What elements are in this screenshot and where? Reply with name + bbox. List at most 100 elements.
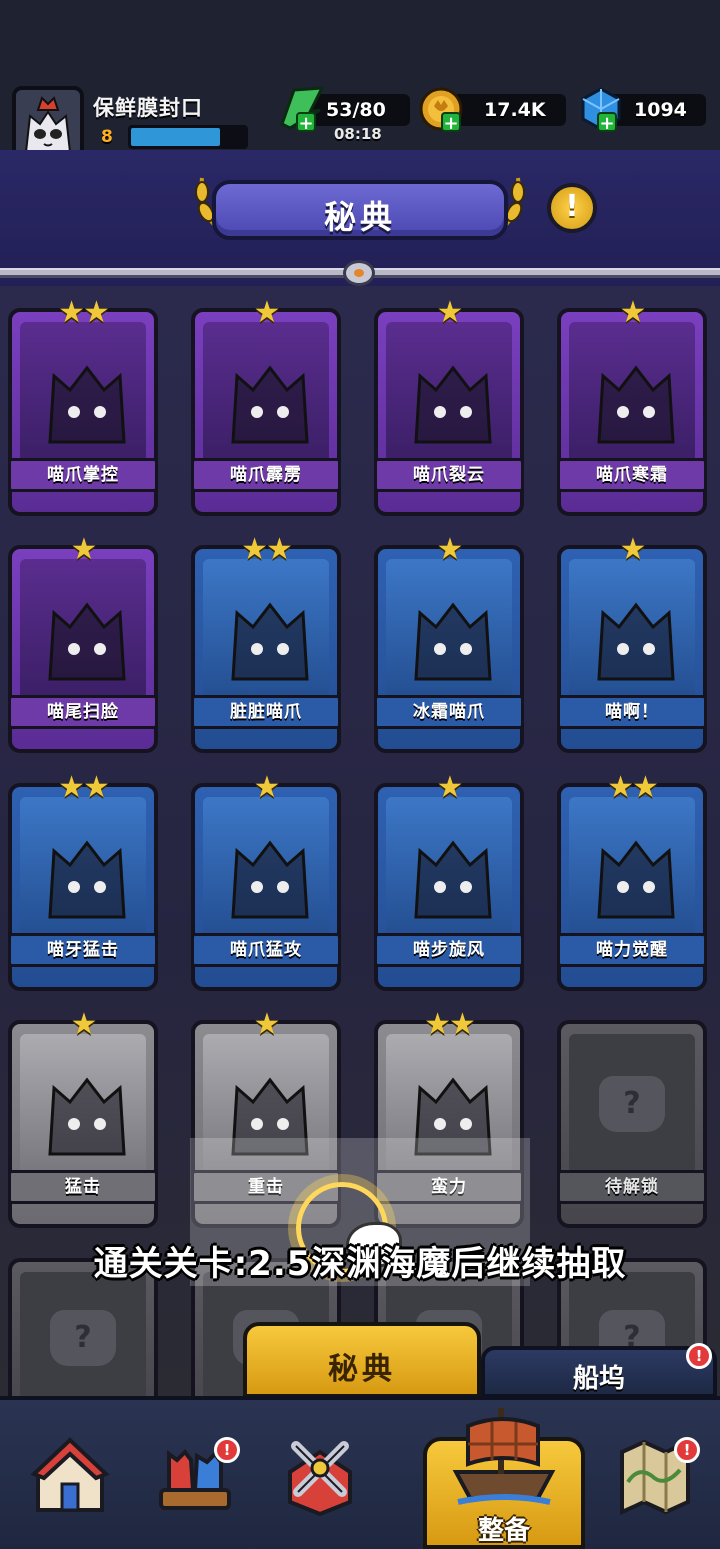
card-art [386, 559, 512, 699]
star-rating: ★★ [241, 532, 293, 567]
player-level: 8 [101, 127, 113, 147]
tab-dock[interactable]: 船坞 [481, 1346, 717, 1398]
cat-art-icon [597, 365, 675, 444]
card-art [386, 322, 512, 462]
skill-card[interactable]: ★ 喵爪霹雳 [191, 298, 341, 516]
skill-card[interactable]: ★★ 脏脏喵爪 [191, 535, 341, 753]
star-rating: ★★ [607, 770, 659, 805]
skill-card[interactable]: ★★ 喵力觉醒 [557, 773, 707, 991]
skill-card[interactable]: ★★ 喵爪掌控 [8, 298, 158, 516]
skill-card[interactable]: ? 待解锁 [557, 1020, 707, 1228]
cat-art-icon [48, 365, 126, 444]
dock-notification-badge: ! [686, 1343, 712, 1369]
map-notification-badge: ! [674, 1437, 700, 1463]
cat-art-icon [414, 602, 492, 681]
coin-value: 17.4K [484, 99, 546, 121]
cat-art-icon [597, 602, 675, 681]
team-notification-badge: ! [214, 1437, 240, 1463]
card-label: 脏脏喵爪 [191, 695, 341, 729]
divider-ornament [343, 260, 375, 286]
tab-dock-label: 船坞 [572, 1364, 625, 1394]
card-label: 猛击 [8, 1170, 158, 1204]
card-label: 喵爪猛攻 [191, 933, 341, 967]
player-name: 保鲜膜封口 [93, 96, 203, 120]
tutorial-hint: 通关关卡:2.5深渊海魔后继续抽取 [93, 1244, 627, 1284]
card-label: 喵爪掌控 [8, 458, 158, 492]
card-art [569, 559, 695, 699]
page-title-banner: 秘典 [212, 180, 508, 240]
star-rating: ★ [253, 770, 281, 805]
skill-card[interactable]: ★ 喵爪裂云 [374, 298, 524, 516]
lock-cat-icon: ? [599, 1076, 665, 1132]
card-art [386, 797, 512, 937]
star-rating: ★★ [424, 1007, 476, 1042]
energy-plus-button[interactable]: + [296, 112, 316, 134]
star-rating: ★ [619, 532, 647, 567]
gem-plus-button[interactable]: + [597, 112, 617, 134]
star-rating: ★ [436, 295, 464, 330]
star-rating: ★ [70, 532, 98, 567]
skill-card[interactable]: ★ 喵爪猛攻 [191, 773, 341, 991]
nav-battle-icon[interactable] [280, 1432, 360, 1516]
skill-card[interactable]: ★ 喵爪寒霜 [557, 298, 707, 516]
cat-art-icon [48, 840, 126, 919]
tab-codex-label: 秘典 [328, 1352, 396, 1387]
card-art: ? [20, 1272, 146, 1404]
cat-art-icon [414, 365, 492, 444]
card-label: 喵爪裂云 [374, 458, 524, 492]
card-art [569, 797, 695, 937]
player-avatar[interactable] [12, 86, 84, 158]
tab-codex[interactable]: 秘典 [243, 1322, 481, 1398]
card-art: ? [569, 1034, 695, 1174]
skill-card[interactable]: ★ 喵步旋风 [374, 773, 524, 991]
card-label: 喵尾扫脸 [8, 695, 158, 729]
card-art [20, 559, 146, 699]
cat-art-icon [48, 1077, 126, 1156]
page-title: 秘典 [323, 198, 396, 236]
cat-art-icon [231, 840, 309, 919]
xp-fill [131, 128, 220, 146]
xp-bar [128, 125, 248, 149]
star-rating: ★ [253, 295, 281, 330]
energy-timer: 08:18 [334, 125, 382, 143]
card-art [20, 322, 146, 462]
skill-card[interactable]: ★ 喵尾扫脸 [8, 535, 158, 753]
lock-cat-icon: ? [50, 1310, 116, 1366]
star-rating: ★★ [58, 295, 110, 330]
card-art [203, 322, 329, 462]
card-art [20, 797, 146, 937]
info-button[interactable]: ! [547, 183, 597, 233]
card-label: 喵力觉醒 [557, 933, 707, 967]
skill-card[interactable]: ★★ 喵牙猛击 [8, 773, 158, 991]
star-rating: ★ [619, 295, 647, 330]
skill-card[interactable]: ★ 猛击 [8, 1010, 158, 1228]
card-art [20, 1034, 146, 1174]
card-label: 喵啊！ [557, 695, 707, 729]
skill-card[interactable]: ★ 喵啊！ [557, 535, 707, 753]
cat-art-icon [231, 365, 309, 444]
card-label: 喵牙猛击 [8, 933, 158, 967]
card-label: 喵爪寒霜 [557, 458, 707, 492]
nav-ship-icon [452, 1408, 556, 1505]
star-rating: ★ [253, 1007, 281, 1042]
skill-card[interactable]: ★ 冰霜喵爪 [374, 535, 524, 753]
gem-value: 1094 [634, 99, 687, 121]
star-rating: ★ [70, 1007, 98, 1042]
coin-plus-button[interactable]: + [441, 112, 461, 134]
card-art [569, 322, 695, 462]
cat-avatar-icon [16, 90, 80, 154]
cat-art-icon [231, 602, 309, 681]
cat-art-icon [48, 602, 126, 681]
card-art [203, 559, 329, 699]
nav-equip-label: 整备 [477, 1516, 530, 1546]
card-label: 待解锁 [557, 1170, 707, 1204]
star-rating: ★★ [58, 770, 110, 805]
cat-art-icon [414, 840, 492, 919]
card-art [203, 797, 329, 937]
card-label: 喵爪霹雳 [191, 458, 341, 492]
cat-art-icon [597, 840, 675, 919]
card-label: 冰霜喵爪 [374, 695, 524, 729]
energy-value: 53/80 [326, 99, 386, 121]
star-rating: ★ [436, 770, 464, 805]
nav-home-icon[interactable] [30, 1432, 110, 1516]
